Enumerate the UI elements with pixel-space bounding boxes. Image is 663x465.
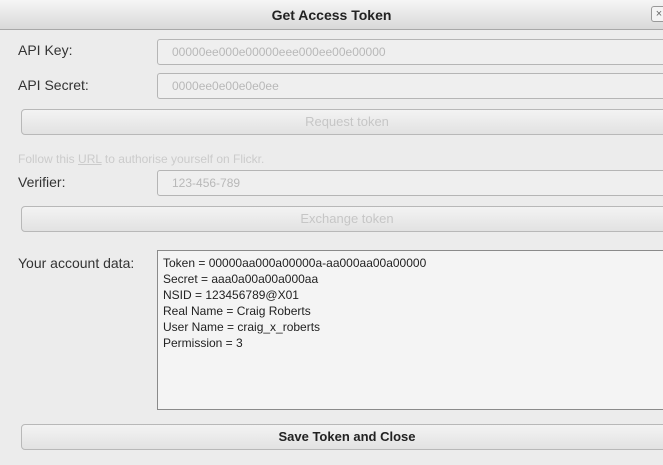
account-data-label: Your account data: <box>18 255 135 271</box>
account-line-permission: Permission = 3 <box>163 336 243 350</box>
account-line-nsid: NSID = 123456789@X01 <box>163 288 299 302</box>
account-data-textarea[interactable]: Token = 00000aa000a00000a-aa000aa00a0000… <box>157 250 663 410</box>
save-token-and-close-button[interactable]: Save Token and Close <box>21 424 663 450</box>
api-key-input[interactable] <box>157 39 663 65</box>
api-secret-input[interactable] <box>157 73 663 99</box>
authorise-hint: Follow this URL to authorise yourself on… <box>18 152 264 166</box>
window-title: Get Access Token <box>271 7 392 23</box>
close-icon[interactable]: × <box>651 6 663 22</box>
title-bar: Get Access Token × <box>0 0 663 30</box>
account-line-real-name: Real Name = Craig Roberts <box>163 304 311 318</box>
hint-prefix: Follow this <box>18 152 79 166</box>
api-key-label: API Key: <box>18 42 73 58</box>
exchange-token-button[interactable]: Exchange token <box>21 206 663 232</box>
account-line-secret: Secret = aaa0a00a00a000aa <box>163 272 319 286</box>
verifier-label: Verifier: <box>18 174 66 190</box>
api-secret-label: API Secret: <box>18 77 89 93</box>
authorise-url-link[interactable]: URL <box>78 152 102 166</box>
account-line-token: Token = 00000aa000a00000a-aa000aa00a0000… <box>163 256 427 270</box>
hint-suffix: to authorise yourself on Flickr. <box>101 152 265 166</box>
request-token-button[interactable]: Request token <box>21 109 663 135</box>
verifier-input[interactable] <box>157 170 663 196</box>
account-line-user-name: User Name = craig_x_roberts <box>163 320 321 334</box>
